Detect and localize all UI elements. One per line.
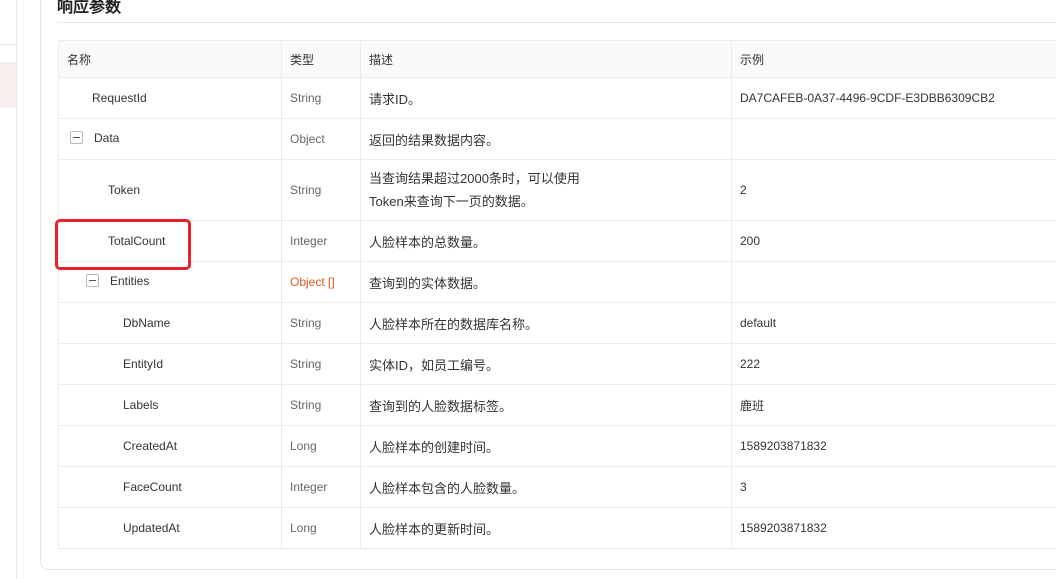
param-example	[731, 261, 1056, 303]
param-name: Data	[94, 130, 120, 145]
param-type-link[interactable]: Object []	[281, 261, 361, 303]
param-type: Long	[281, 507, 361, 549]
description-line: Token来查询下一页的数据。	[369, 194, 534, 209]
param-name: DbName	[123, 316, 171, 330]
param-description: 人脸样本包含的人脸数量。	[360, 466, 732, 508]
param-name: TotalCount	[108, 234, 166, 248]
param-description: 人脸样本的总数量。	[360, 220, 732, 262]
param-example: 222	[731, 343, 1056, 385]
param-description: 人脸样本的更新时间。	[360, 507, 732, 549]
param-example: 1589203871832	[731, 507, 1056, 549]
column-header-description: 描述	[360, 40, 732, 78]
table-row: TotalCount Integer 人脸样本的总数量。 200	[58, 220, 1056, 262]
param-name: FaceCount	[123, 480, 182, 494]
param-type: String	[281, 77, 361, 119]
table-row: Token String 当查询结果超过2000条时，可以使用 Token来查询下…	[58, 159, 1056, 221]
table-row: EntityId String 实体ID，如员工编号。 222	[58, 343, 1056, 385]
table-header-row: 名称 类型 描述 示例	[58, 40, 1056, 78]
param-name: Labels	[123, 398, 159, 412]
param-example: 2	[731, 159, 1056, 221]
collapse-toggle-icon[interactable]	[86, 274, 99, 288]
param-name: Token	[108, 183, 141, 197]
table-row: Entities Object [] 查询到的实体数据。	[58, 261, 1056, 303]
param-example: 200	[731, 220, 1056, 262]
table-row: CreatedAt Long 人脸样本的创建时间。 1589203871832	[58, 425, 1056, 467]
section-title: 响应参数	[57, 0, 122, 16]
param-name: Entities	[110, 273, 150, 288]
param-type: Integer	[281, 466, 361, 508]
param-name: EntityId	[123, 357, 164, 371]
param-name: RequestId	[92, 91, 147, 105]
param-description: 实体ID，如员工编号。	[360, 343, 732, 385]
param-description: 返回的结果数据内容。	[360, 118, 732, 160]
param-example: DA7CAFEB-0A37-4496-9CDF-E3DBB6309CB2	[731, 77, 1056, 119]
table-row: UpdatedAt Long 人脸样本的更新时间。 1589203871832	[58, 507, 1056, 549]
param-example: default	[731, 302, 1056, 344]
left-nav-rail	[0, 0, 17, 579]
param-description: 请求ID。	[360, 77, 732, 119]
column-header-type: 类型	[281, 40, 361, 78]
param-description: 查询到的实体数据。	[360, 261, 732, 303]
rail-active-item[interactable]	[0, 62, 16, 108]
param-name: UpdatedAt	[123, 521, 180, 535]
table-row: Labels String 查询到的人脸数据标签。 鹿班	[58, 384, 1056, 426]
table-row: RequestId String 请求ID。 DA7CAFEB-0A37-449…	[58, 77, 1056, 119]
param-example: 3	[731, 466, 1056, 508]
column-header-name: 名称	[58, 40, 282, 78]
param-name: CreatedAt	[123, 439, 178, 453]
column-header-example: 示例	[731, 40, 1056, 78]
section-divider	[57, 22, 1056, 23]
param-type: Object	[281, 118, 361, 160]
response-params-table: 名称 类型 描述 示例 RequestId String 请求ID。 DA7CA…	[58, 40, 1056, 549]
param-type: String	[281, 302, 361, 344]
param-description: 人脸样本的创建时间。	[360, 425, 732, 467]
rail-divider	[0, 44, 16, 45]
param-description: 查询到的人脸数据标签。	[360, 384, 732, 426]
param-type: Integer	[281, 220, 361, 262]
param-example: 鹿班	[731, 384, 1056, 426]
table-row: Data Object 返回的结果数据内容。	[58, 118, 1056, 160]
description-line: 当查询结果超过2000条时，可以使用	[369, 171, 580, 186]
collapse-toggle-icon[interactable]	[70, 131, 83, 145]
param-description: 当查询结果超过2000条时，可以使用 Token来查询下一页的数据。	[360, 159, 732, 221]
param-type: Long	[281, 425, 361, 467]
param-example	[731, 118, 1056, 160]
table-row: FaceCount Integer 人脸样本包含的人脸数量。 3	[58, 466, 1056, 508]
param-type: String	[281, 343, 361, 385]
param-description: 人脸样本所在的数据库名称。	[360, 302, 732, 344]
param-type: String	[281, 384, 361, 426]
table-row: DbName String 人脸样本所在的数据库名称。 default	[58, 302, 1056, 344]
param-type: String	[281, 159, 361, 221]
param-example: 1589203871832	[731, 425, 1056, 467]
